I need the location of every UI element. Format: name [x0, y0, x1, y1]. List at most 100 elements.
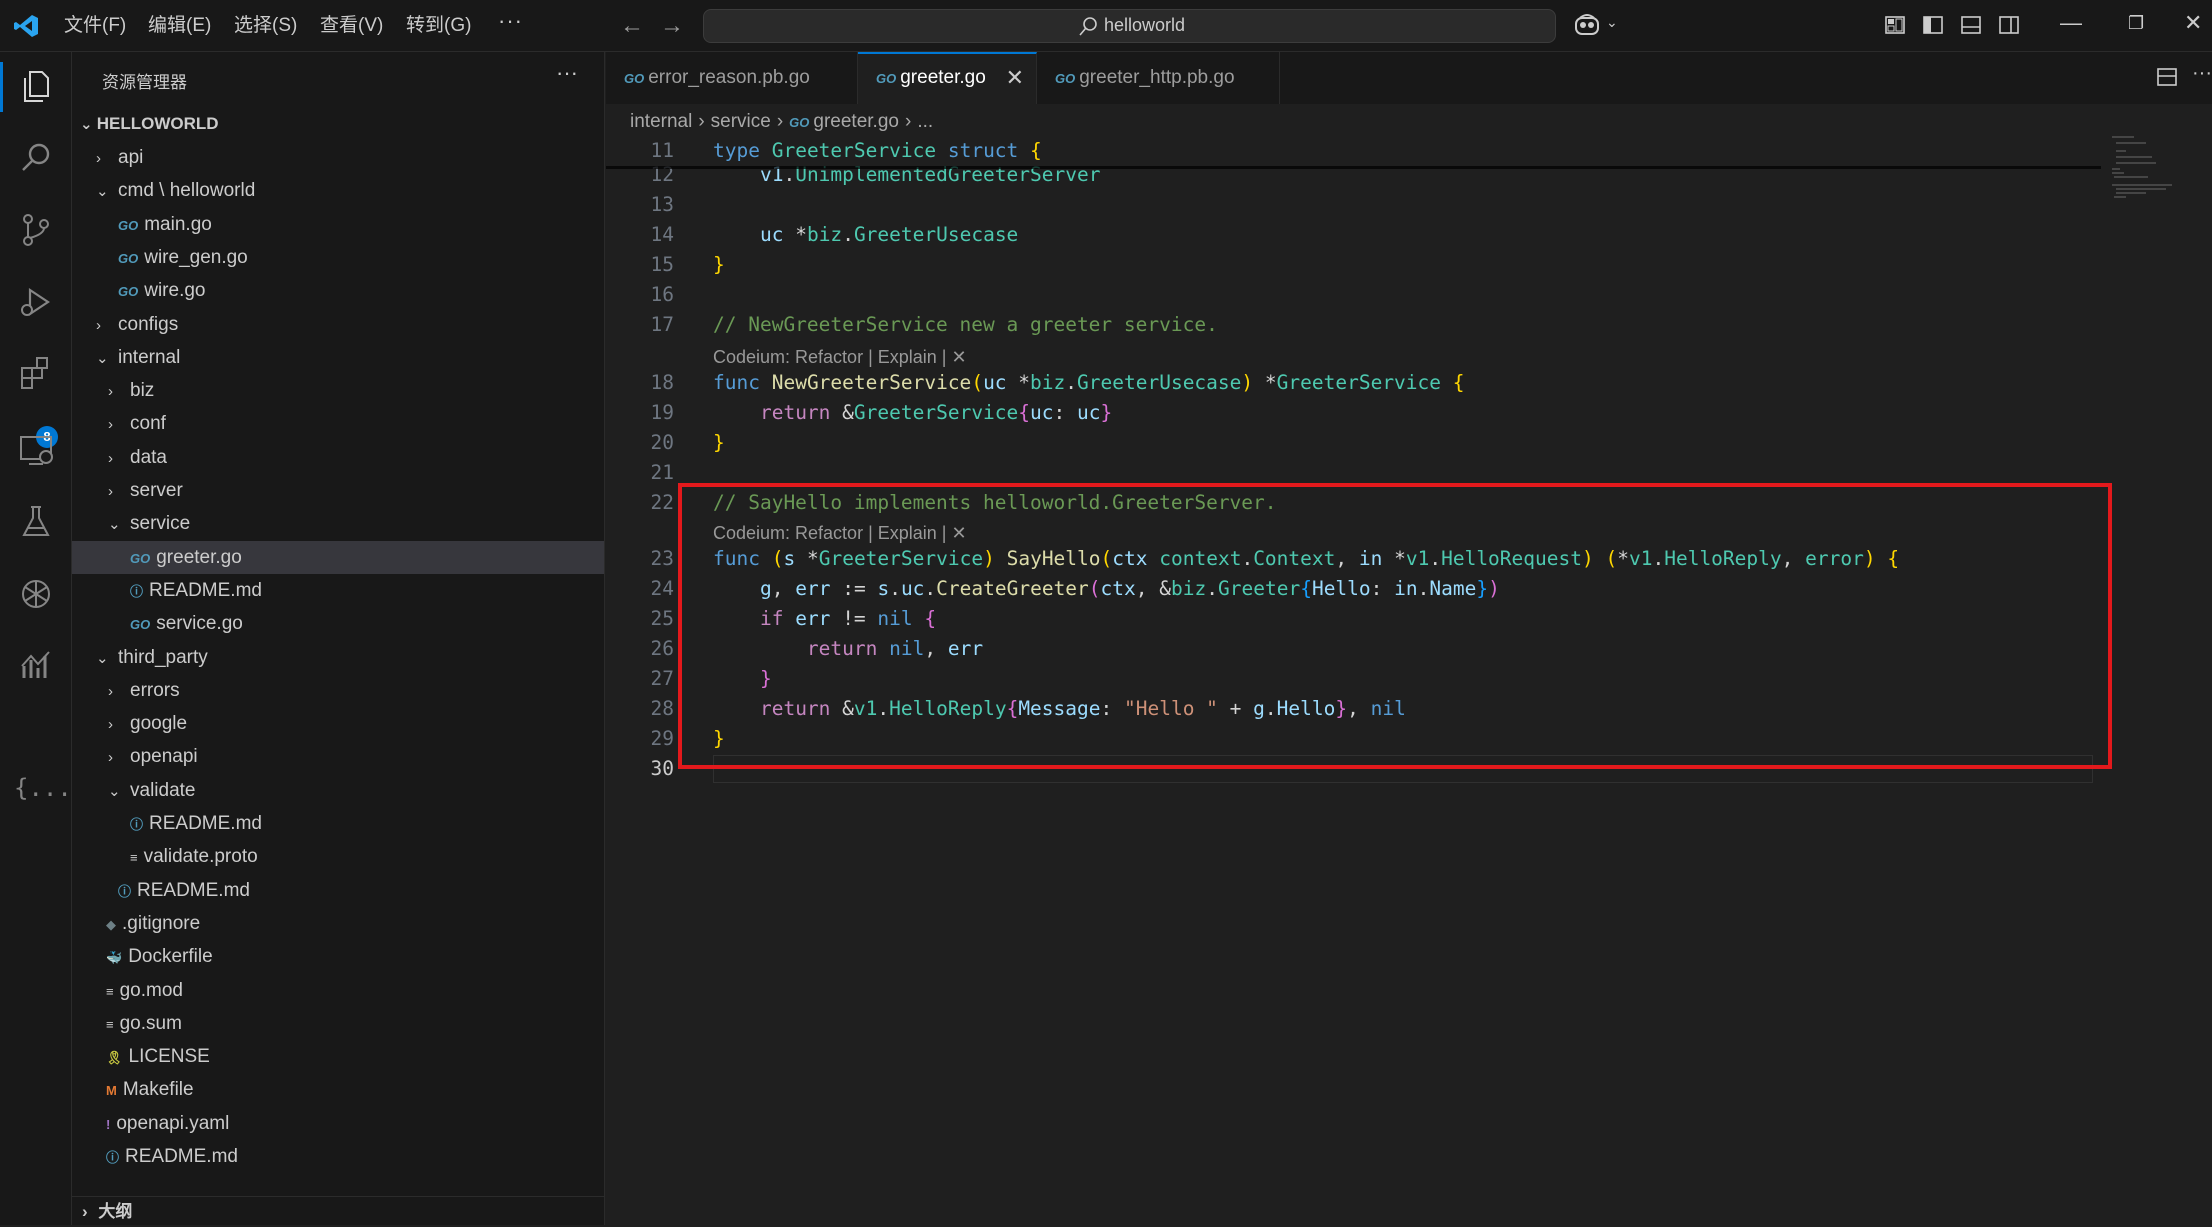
line-number: 27	[650, 667, 674, 690]
tree-file[interactable]: ⓘ README.md	[72, 807, 604, 840]
tree-file[interactable]: ⓘ README.md	[72, 1140, 604, 1173]
forward-arrow-icon[interactable]: →	[660, 12, 684, 40]
close-tab-icon[interactable]: ✕	[1006, 54, 1024, 102]
chatgpt-icon[interactable]	[16, 574, 56, 614]
tree-file[interactable]: GO wire_gen.go	[72, 241, 604, 274]
tree-file[interactable]: GO greeter.go	[72, 540, 604, 574]
tree-folder[interactable]: › server	[72, 474, 604, 507]
restore-icon[interactable]: ❐	[2128, 13, 2144, 34]
project-folder-header[interactable]: ⌄ HELLOWORLD	[80, 108, 219, 140]
go-file-icon: GO	[130, 617, 151, 633]
remote-explorer-icon[interactable]	[16, 430, 56, 470]
tree-file[interactable]: GO main.go	[72, 208, 604, 241]
go-file-icon: GO	[789, 115, 810, 130]
explorer-more-button[interactable]: ···	[556, 60, 578, 86]
tree-file[interactable]: ⓘ README.md	[72, 574, 604, 607]
tree-item-label: openapi	[130, 746, 198, 768]
sticky-scroll-divider	[606, 166, 2101, 169]
tree-file[interactable]: ⓘ README.md	[72, 874, 604, 907]
command-center-search[interactable]: helloworld	[703, 9, 1556, 43]
tree-item-label: validate	[130, 779, 196, 801]
text-file-icon: ≡	[106, 1016, 114, 1032]
outline-section[interactable]: › 大纲	[72, 1196, 604, 1227]
tree-item-label: README.md	[137, 879, 250, 901]
tree-folder[interactable]: ⌄ validate	[72, 774, 604, 807]
editor-more-actions-button[interactable]: ···	[2192, 62, 2212, 85]
tree-file[interactable]: GO wire.go	[72, 274, 604, 307]
tree-file[interactable]: ≡ validate.proto	[72, 840, 604, 873]
line-number: 14	[650, 223, 674, 246]
customize-layout-icon[interactable]	[1884, 14, 1906, 36]
toggle-panel-icon[interactable]	[1960, 14, 1982, 36]
analytics-chart-icon[interactable]	[16, 646, 56, 686]
tree-folder[interactable]: › configs	[72, 308, 604, 341]
back-arrow-icon[interactable]: ←	[620, 12, 644, 40]
tree-folder[interactable]: ⌄ cmd \ helloworld	[72, 174, 604, 207]
go-file-icon: GO	[118, 250, 139, 266]
toggle-secondary-sidebar-icon[interactable]	[1998, 14, 2020, 36]
tree-file[interactable]: ≡ go.sum	[72, 1007, 604, 1040]
code-line: 18 func NewGreeterService(uc *biz.Greeter…	[606, 368, 2106, 398]
tree-folder[interactable]: ⌄ third_party	[72, 641, 604, 674]
menu-go[interactable]: 转到(G)	[402, 12, 475, 40]
explorer-icon[interactable]	[16, 66, 56, 106]
run-debug-icon[interactable]	[16, 282, 56, 322]
codeium-code-lens[interactable]: Codeium: Refactor | Explain | ✕	[713, 344, 967, 370]
menu-selection[interactable]: 选择(S)	[230, 12, 301, 40]
tree-folder[interactable]: › biz	[72, 374, 604, 407]
breadcrumb-service[interactable]: service	[711, 111, 771, 132]
tab-greeter-http[interactable]: GO greeter_http.pb.go	[1037, 52, 1280, 104]
tree-folder[interactable]: › conf	[72, 407, 604, 440]
tree-item-label: README.md	[149, 579, 262, 601]
annotation-highlight-box	[678, 483, 2112, 769]
tree-file[interactable]: ≡ go.mod	[72, 974, 604, 1007]
tab-error-reason[interactable]: GO error_reason.pb.go	[606, 52, 858, 104]
menu-view[interactable]: 查看(V)	[316, 12, 387, 40]
tree-folder[interactable]: › errors	[72, 674, 604, 707]
breadcrumb-internal[interactable]: internal	[630, 111, 692, 132]
breadcrumb-file[interactable]: greeter.go	[813, 111, 899, 132]
tree-folder[interactable]: › api	[72, 141, 604, 174]
chevron-right-icon: ›	[96, 150, 101, 167]
minimap-line	[2116, 192, 2146, 194]
minimap-line	[2112, 136, 2134, 138]
info-file-icon: ⓘ	[106, 1150, 120, 1165]
close-window-icon[interactable]: ✕	[2184, 10, 2202, 36]
copilot-chevron-down-icon[interactable]: ⌄	[1606, 14, 1618, 31]
split-editor-icon[interactable]	[2156, 66, 2178, 88]
tree-item-label: main.go	[144, 213, 212, 235]
source-control-icon[interactable]	[16, 210, 56, 250]
minimize-icon[interactable]: —	[2060, 10, 2082, 36]
minimap-line	[2112, 172, 2124, 174]
tree-file[interactable]: 🎗 LICENSE	[72, 1040, 604, 1073]
search-icon[interactable]	[16, 138, 56, 178]
menu-more-button[interactable]: ···	[498, 8, 523, 34]
tree-file[interactable]: M Makefile	[72, 1073, 604, 1106]
testing-flask-icon[interactable]	[16, 502, 56, 542]
code-text: }	[713, 253, 725, 276]
vscode-logo-icon[interactable]	[12, 12, 40, 40]
minimap-line	[2112, 184, 2172, 186]
extensions-icon[interactable]	[16, 354, 56, 394]
tree-file[interactable]: 🐳 Dockerfile	[72, 940, 604, 973]
tree-folder[interactable]: ⌄ service	[72, 507, 604, 540]
tree-folder[interactable]: › google	[72, 707, 604, 740]
menu-edit[interactable]: 编辑(E)	[144, 12, 215, 40]
tab-greeter-go[interactable]: GO greeter.go ✕	[858, 52, 1037, 104]
minimap[interactable]	[2108, 136, 2198, 216]
line-number: 28	[650, 697, 674, 720]
tree-file[interactable]: GO service.go	[72, 607, 604, 640]
toggle-primary-sidebar-icon[interactable]	[1922, 14, 1944, 36]
menu-file[interactable]: 文件(F)	[60, 12, 130, 40]
tree-folder[interactable]: › openapi	[72, 740, 604, 773]
tree-folder[interactable]: › data	[72, 441, 604, 474]
copilot-icon[interactable]	[1573, 12, 1601, 38]
breadcrumb-symbols[interactable]: ...	[917, 111, 933, 132]
tree-file[interactable]: ◆ .gitignore	[72, 907, 604, 940]
tree-item-label: LICENSE	[128, 1046, 210, 1068]
tree-folder[interactable]: ⌄ internal	[72, 341, 604, 374]
tree-item-label: data	[130, 446, 167, 468]
line-number: 19	[650, 401, 674, 424]
chevron-right-icon: ›	[108, 416, 113, 434]
tree-file[interactable]: ! openapi.yaml	[72, 1107, 604, 1140]
